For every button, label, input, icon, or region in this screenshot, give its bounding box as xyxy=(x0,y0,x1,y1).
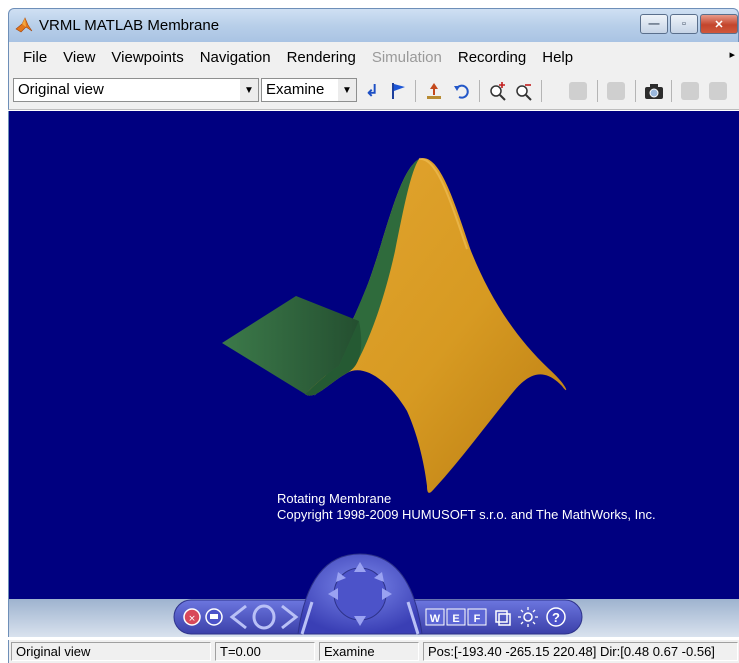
wireframe-label: W xyxy=(430,613,441,625)
navigation-mode-value: Examine xyxy=(266,81,325,98)
membrane-surface xyxy=(222,157,567,493)
viewpoint-select[interactable]: Original view ▼ xyxy=(13,78,259,102)
zoom-out-icon[interactable] xyxy=(513,80,535,102)
headlight-label: E xyxy=(452,613,459,625)
navigation-mode-select[interactable]: Examine ▼ xyxy=(261,78,357,102)
svg-text:×: × xyxy=(188,614,196,624)
snapshot-icon[interactable] xyxy=(643,80,665,102)
menu-bar: File View Viewpoints Navigation Renderin… xyxy=(8,42,739,72)
maximize-button[interactable]: ▫ xyxy=(670,14,698,34)
caption-title: Rotating Membrane xyxy=(277,491,392,506)
toolbar-separator xyxy=(635,80,636,102)
navigation-panel: × W E F ? xyxy=(173,553,583,635)
menu-navigation[interactable]: Navigation xyxy=(192,49,279,66)
record-icon xyxy=(569,82,587,100)
fly-button[interactable]: F xyxy=(467,608,487,626)
frame-icon xyxy=(607,82,625,100)
undo-move-icon[interactable] xyxy=(451,80,473,102)
status-viewpoint: Original view xyxy=(11,642,211,661)
zoom-in-icon[interactable] xyxy=(487,80,509,102)
menu-rendering[interactable]: Rendering xyxy=(279,49,364,66)
window-title: VRML MATLAB Membrane xyxy=(39,17,220,34)
menu-overflow-icon[interactable]: ▸ xyxy=(729,48,735,61)
headlight-button[interactable]: E xyxy=(446,608,466,626)
toolbar-separator xyxy=(671,80,672,102)
close-button[interactable]: ✕ xyxy=(700,14,738,34)
status-time: T=0.00 xyxy=(215,642,315,661)
minimize-button[interactable]: — xyxy=(640,14,668,34)
help-button[interactable]: ? xyxy=(546,607,566,627)
chevron-down-icon[interactable]: ▼ xyxy=(338,79,356,101)
wireframe-button[interactable]: W xyxy=(425,608,445,626)
viewpoint-select-value: Original view xyxy=(18,81,104,98)
help-label: ? xyxy=(552,610,560,625)
status-mode: Examine xyxy=(319,642,419,661)
menu-recording[interactable]: Recording xyxy=(450,49,534,66)
menu-view[interactable]: View xyxy=(55,49,103,66)
status-bar: Original view T=0.00 Examine Pos:[-193.4… xyxy=(8,640,739,663)
toolbar-separator xyxy=(597,80,598,102)
toolbar-separator xyxy=(415,80,416,102)
menu-file[interactable]: File xyxy=(15,49,55,66)
fly-label: F xyxy=(474,613,481,625)
toolbar: Original view ▼ Examine ▼ ↲ xyxy=(8,72,739,110)
menu-simulation: Simulation xyxy=(371,48,442,66)
caption-copyright: Copyright 1998-2009 HUMUSOFT s.r.o. and … xyxy=(277,507,656,522)
window-controls: — ▫ ✕ xyxy=(638,14,738,36)
straighten-up-icon[interactable] xyxy=(423,80,445,102)
scene-caption: Rotating Membrane Copyright 1998-2009 HU… xyxy=(277,491,656,523)
navigation-joystick[interactable] xyxy=(297,553,423,635)
status-position: Pos:[-193.40 -265.15 220.48] Dir:[0.48 0… xyxy=(423,642,738,661)
matlab-logo-icon xyxy=(15,17,33,33)
toolbar-separator xyxy=(479,80,480,102)
play-icon xyxy=(681,82,699,100)
menu-help[interactable]: Help xyxy=(534,49,581,66)
return-to-viewpoint-icon[interactable]: ↲ xyxy=(361,80,383,102)
title-bar: VRML MATLAB Membrane — ▫ ✕ xyxy=(8,8,739,42)
chevron-down-icon[interactable]: ▼ xyxy=(240,79,258,101)
scene-viewport[interactable]: Rotating Membrane Copyright 1998-2009 HU… xyxy=(8,111,739,599)
stop-icon xyxy=(709,82,727,100)
create-viewpoint-icon[interactable] xyxy=(387,80,409,102)
menu-viewpoints[interactable]: Viewpoints xyxy=(103,49,191,66)
toolbar-separator xyxy=(541,80,542,102)
